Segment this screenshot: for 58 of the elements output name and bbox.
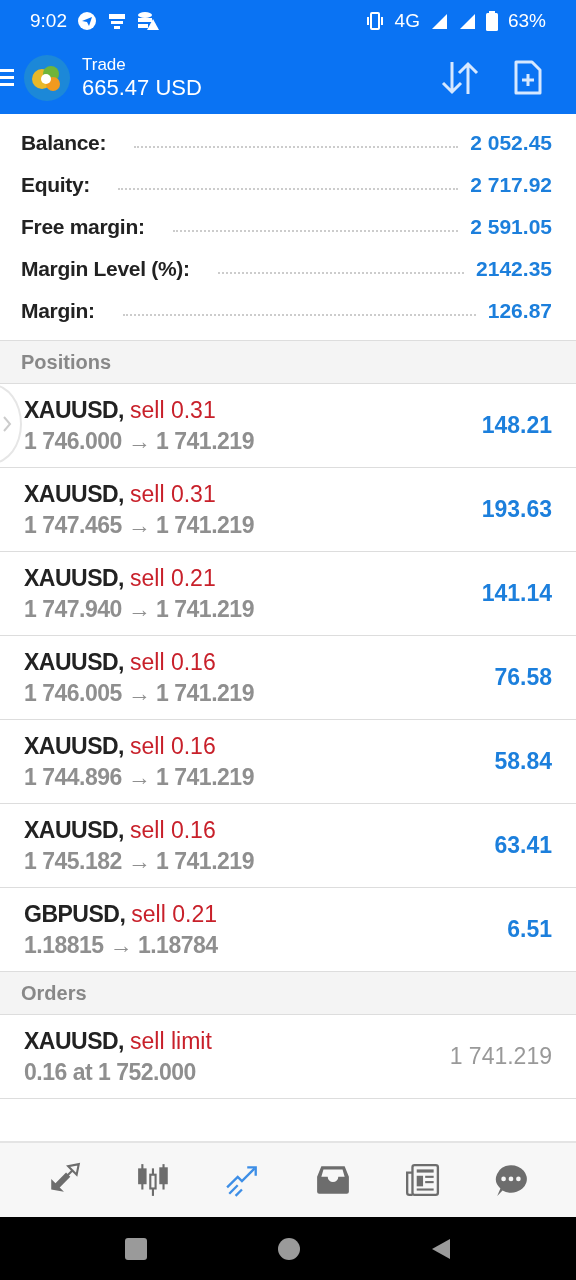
profit-value: 6.51	[507, 916, 552, 943]
current-price: 1 741.219	[449, 1043, 552, 1070]
summary-label: Free margin:	[21, 215, 145, 239]
symbol: XAUUSD,	[24, 648, 124, 676]
summary-value: 2 052.45	[470, 131, 552, 155]
profit-value: 148.21	[481, 412, 552, 439]
profit-value: 193.63	[481, 496, 552, 523]
symbol: GBPUSD,	[24, 900, 126, 928]
summary-value: 2 591.05	[470, 215, 552, 239]
summary-label: Equity:	[21, 173, 91, 197]
storage-warning-icon	[137, 11, 159, 31]
price-range: 1 747.465 → 1 741.219	[24, 511, 255, 539]
price-range: 1 746.005 → 1 741.219	[24, 679, 255, 707]
account-balance: 665.47 USD	[82, 75, 203, 101]
symbol: XAUUSD,	[24, 564, 124, 592]
trade-side: sell 0.16	[130, 732, 216, 760]
summary-value: 2 717.92	[470, 173, 552, 197]
symbol: XAUUSD,	[24, 396, 124, 424]
summary-label: Margin Level (%):	[21, 257, 190, 281]
home-button[interactable]	[277, 1236, 301, 1261]
battery-percent: 63%	[507, 10, 546, 32]
order-details: 0.16 at 1 752.000	[24, 1058, 197, 1086]
section-header: Orders	[0, 972, 576, 1015]
profit-value: 63.41	[494, 832, 552, 859]
price-range: 1 745.182 → 1 741.219	[24, 847, 255, 875]
summary-label: Margin:	[21, 299, 95, 323]
menu-icon[interactable]	[0, 67, 16, 89]
section-header: Positions	[0, 341, 576, 384]
symbol: XAUUSD,	[24, 1027, 124, 1055]
trade-side: sell 0.21	[131, 900, 217, 928]
trade-side: sell 0.31	[130, 396, 216, 424]
profit-value: 58.84	[494, 748, 552, 775]
trade-side: sell 0.16	[130, 816, 216, 844]
telegram-icon	[77, 11, 97, 31]
recents-button[interactable]	[124, 1236, 149, 1261]
battery-icon	[485, 11, 498, 31]
profit-value: 141.14	[481, 580, 552, 607]
trade-side: sell 0.31	[130, 480, 216, 508]
order-type: sell limit	[130, 1027, 212, 1055]
symbol: XAUUSD,	[24, 480, 124, 508]
monitor-icon	[107, 11, 127, 31]
price-range: 1 747.940 → 1 741.219	[24, 595, 255, 623]
summary-value: 126.87	[487, 299, 552, 323]
summary-label: Balance:	[21, 131, 107, 155]
price-range: 1.18815 → 1.18784	[24, 931, 219, 959]
symbol: XAUUSD,	[24, 732, 124, 760]
screen-title: Trade	[82, 55, 127, 75]
price-range: 1 746.000 → 1 741.219	[24, 427, 255, 455]
profit-value: 76.58	[494, 664, 552, 691]
network-label: 4G	[394, 10, 420, 32]
clock: 9:02	[30, 10, 67, 32]
vibrate-icon	[364, 11, 385, 31]
price-range: 1 744.896 → 1 741.219	[24, 763, 255, 791]
trade-side: sell 0.16	[130, 648, 216, 676]
trade-side: sell 0.21	[130, 564, 216, 592]
summary-value: 2142.35	[476, 257, 552, 281]
app-logo	[24, 55, 70, 101]
symbol: XAUUSD,	[24, 816, 124, 844]
